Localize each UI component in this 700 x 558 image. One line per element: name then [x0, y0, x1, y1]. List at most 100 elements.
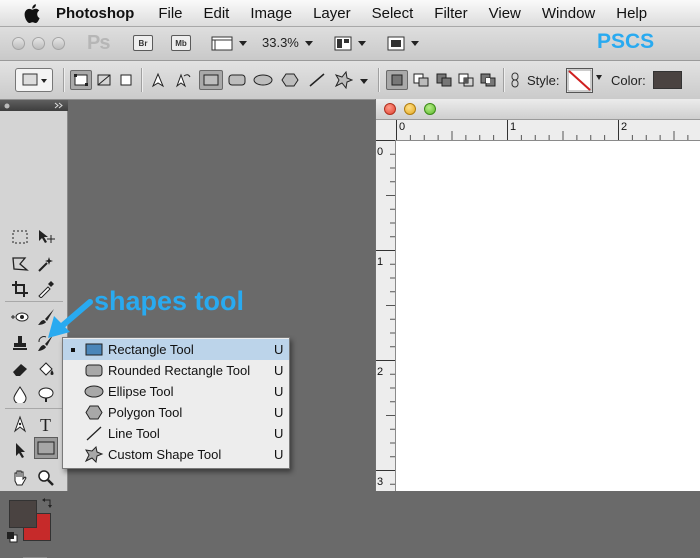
rectangle-option-icon[interactable]: [199, 70, 223, 90]
shape-layers-mode-icon[interactable]: [70, 70, 92, 90]
menu-bar: Photoshop File Edit Image Layer Select F…: [0, 0, 700, 27]
flyout-item-shortcut: U: [274, 447, 284, 462]
tools-panel-header[interactable]: [0, 100, 68, 111]
selected-bullet-icon: [71, 348, 75, 352]
flyout-item-label: Custom Shape Tool: [108, 447, 222, 462]
menu-window[interactable]: Window: [542, 5, 595, 22]
shape-color-swatch[interactable]: [653, 71, 682, 89]
menu-file[interactable]: File: [158, 5, 182, 22]
ellipse-icon: [84, 384, 104, 399]
type-tool-icon[interactable]: T: [34, 413, 58, 435]
menu-layer[interactable]: Layer: [313, 5, 351, 22]
path-selection-tool-icon[interactable]: [8, 439, 32, 461]
view-extras-dropdown-icon[interactable]: [239, 41, 247, 46]
h-ruler-label-2: 2: [621, 121, 628, 133]
menu-image[interactable]: Image: [250, 5, 292, 22]
default-colors-icon[interactable]: [6, 531, 18, 543]
shapes-tool-icon[interactable]: [34, 437, 58, 459]
color-label: Color:: [611, 73, 646, 88]
spot-healing-tool-icon[interactable]: [8, 306, 32, 328]
pen-tool-panel-icon[interactable]: [8, 413, 32, 435]
custom-shape-dropdown-icon[interactable]: [360, 79, 368, 84]
h-ruler-label-1: 1: [510, 121, 517, 133]
combine-union-icon[interactable]: [434, 70, 454, 90]
shapes-tool-callout: shapes tool: [94, 286, 245, 316]
menu-app-name[interactable]: Photoshop: [56, 5, 134, 22]
blur-tool-icon[interactable]: [8, 383, 32, 405]
arrange-dropdown-icon[interactable]: [358, 41, 366, 46]
swap-colors-icon[interactable]: [42, 497, 54, 509]
menu-view[interactable]: View: [489, 5, 521, 22]
zoom-level[interactable]: 33.3%: [262, 35, 299, 50]
close-window-button[interactable]: [12, 37, 25, 50]
screen-mode-icon[interactable]: [386, 35, 406, 57]
foreground-color-swatch[interactable]: [9, 500, 37, 528]
pen-tool-icon[interactable]: [148, 70, 168, 90]
ellipse-option-icon[interactable]: [252, 70, 274, 90]
combine-subtract-icon[interactable]: [411, 70, 431, 90]
style-label: Style:: [527, 73, 560, 88]
combine-add-icon[interactable]: [386, 70, 408, 90]
document-canvas[interactable]: [396, 141, 700, 491]
zoom-tool-icon[interactable]: [34, 467, 58, 489]
apple-menu-icon[interactable]: [22, 3, 42, 23]
launch-mini-bridge-button[interactable]: Mb: [171, 35, 191, 51]
move-tool-icon[interactable]: [34, 226, 58, 248]
custom-shape-option-icon[interactable]: [331, 70, 355, 90]
clone-stamp-tool-icon[interactable]: [8, 332, 32, 354]
polygon-option-icon[interactable]: [279, 70, 301, 90]
menu-filter[interactable]: Filter: [434, 5, 467, 22]
crop-tool-icon[interactable]: [8, 278, 32, 300]
style-picker[interactable]: [566, 68, 593, 93]
document-minimize-button[interactable]: [404, 103, 416, 115]
svg-text:T: T: [40, 415, 51, 433]
launch-bridge-button[interactable]: Br: [133, 35, 153, 51]
paths-mode-icon[interactable]: [94, 70, 114, 90]
view-extras-icon[interactable]: [211, 36, 233, 56]
tools-panel: T: [0, 100, 68, 558]
flyout-item-label: Rectangle Tool: [108, 342, 194, 357]
menu-select[interactable]: Select: [372, 5, 414, 22]
flyout-item-shortcut: U: [274, 426, 284, 441]
menu-edit[interactable]: Edit: [204, 5, 230, 22]
panel-collapse-icon[interactable]: [54, 102, 63, 109]
document-close-button[interactable]: [384, 103, 396, 115]
polygon-icon: [84, 405, 104, 420]
flyout-item-rectangle-tool[interactable]: Rectangle Tool U: [63, 339, 289, 360]
document-zoom-button[interactable]: [424, 103, 436, 115]
eraser-tool-icon[interactable]: [8, 358, 32, 380]
ps-logo: Ps: [87, 32, 110, 54]
tool-preset-picker[interactable]: [15, 68, 53, 92]
fill-pixels-mode-icon[interactable]: [116, 70, 136, 90]
paint-bucket-tool-icon[interactable]: [34, 358, 58, 380]
link-icon[interactable]: [508, 70, 522, 90]
line-option-icon[interactable]: [306, 70, 328, 90]
dodge-tool-icon[interactable]: [34, 383, 58, 405]
zoom-dropdown-icon[interactable]: [305, 41, 313, 46]
flyout-item-line-tool[interactable]: Line Tool U: [63, 423, 289, 444]
flyout-item-rounded-rectangle-tool[interactable]: Rounded Rectangle Tool U: [63, 360, 289, 381]
document-title-bar[interactable]: [376, 99, 700, 120]
panel-close-icon[interactable]: [4, 103, 10, 109]
freeform-pen-icon[interactable]: [172, 70, 194, 90]
arrange-documents-icon[interactable]: [334, 36, 352, 56]
minimize-window-button[interactable]: [32, 37, 45, 50]
rounded-rectangle-option-icon[interactable]: [226, 70, 248, 90]
hand-tool-icon[interactable]: [8, 467, 32, 489]
eyedropper-tool-icon[interactable]: [34, 278, 58, 300]
style-dropdown-icon[interactable]: [596, 75, 602, 80]
combine-intersect-icon[interactable]: [456, 70, 476, 90]
flyout-item-polygon-tool[interactable]: Polygon Tool U: [63, 402, 289, 423]
screen-mode-dropdown-icon[interactable]: [411, 41, 419, 46]
combine-exclude-icon[interactable]: [478, 70, 498, 90]
flyout-item-custom-shape-tool[interactable]: Custom Shape Tool U: [63, 444, 289, 465]
menu-help[interactable]: Help: [616, 5, 647, 22]
flyout-item-ellipse-tool[interactable]: Ellipse Tool U: [63, 381, 289, 402]
h-ruler-label-0: 0: [399, 121, 406, 133]
zoom-window-button[interactable]: [52, 37, 65, 50]
marquee-tool-icon[interactable]: [8, 226, 32, 248]
magic-wand-tool-icon[interactable]: [34, 253, 58, 275]
lasso-tool-icon[interactable]: [8, 253, 32, 275]
flyout-item-label: Polygon Tool: [108, 405, 183, 420]
callout-arrow-icon: [48, 299, 93, 338]
